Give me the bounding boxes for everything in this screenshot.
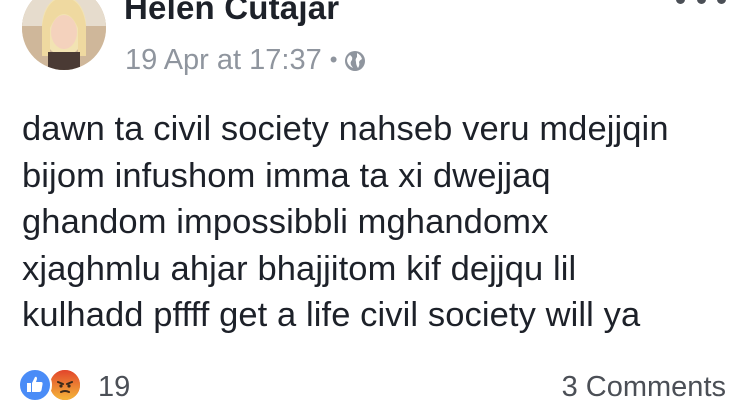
- post-meta: 19 Apr at 17:37 •: [125, 42, 367, 78]
- globe-icon[interactable]: [343, 48, 367, 72]
- author-name[interactable]: Helen Cutajar: [124, 0, 339, 28]
- meta-separator: •: [329, 47, 338, 72]
- author-avatar[interactable]: [22, 0, 106, 70]
- more-options-dot: [717, 0, 726, 4]
- reaction-icons[interactable]: [18, 368, 90, 400]
- comments-count-link[interactable]: 3 Comments: [562, 370, 726, 400]
- post-footer: 19 3 Comments: [0, 362, 744, 400]
- reaction-count[interactable]: 19: [98, 370, 130, 400]
- profile-photo-icon: [22, 0, 106, 70]
- post-body-text: dawn ta civil society nahseb veru mdejjq…: [22, 110, 669, 334]
- post-header: Helen Cutajar 19 Apr at 17:37 •: [0, 0, 744, 92]
- post-timestamp[interactable]: 19 Apr at 17:37: [125, 44, 322, 77]
- angry-icon: [48, 368, 82, 400]
- more-options-icon[interactable]: [676, 0, 726, 14]
- more-options-dot: [696, 0, 706, 4]
- more-options-dot: [676, 0, 685, 4]
- like-icon: [18, 368, 52, 400]
